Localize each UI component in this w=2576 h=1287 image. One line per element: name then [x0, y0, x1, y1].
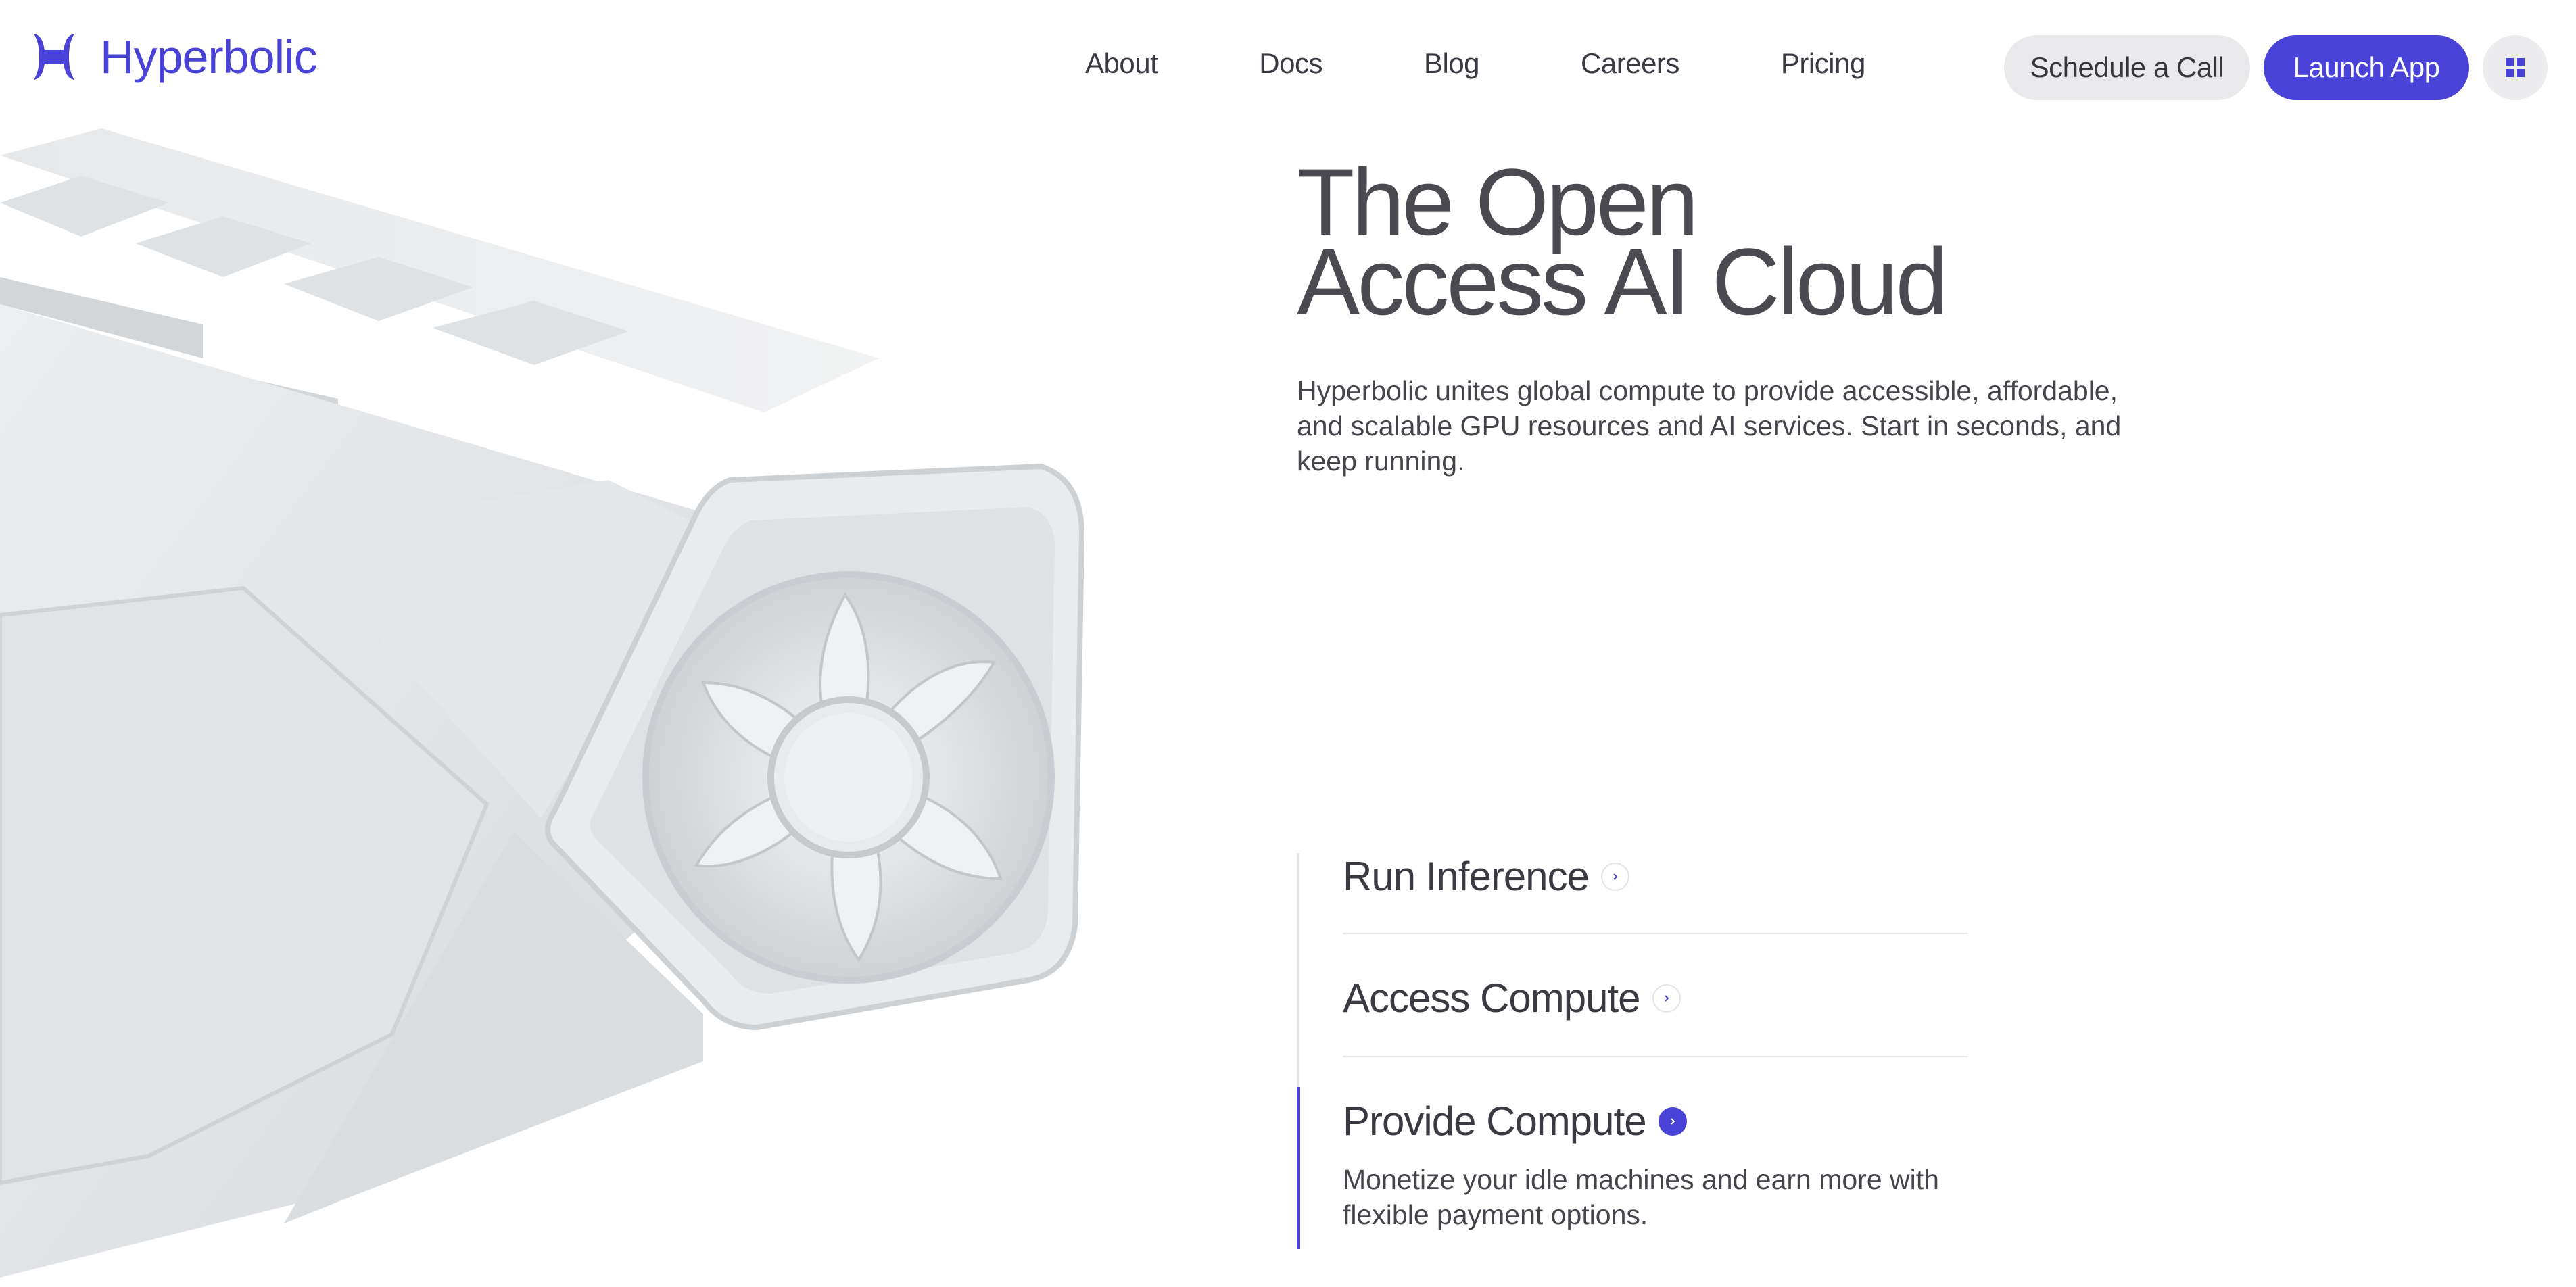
feature-title: Provide Compute	[1343, 1098, 1647, 1144]
apps-menu-button[interactable]	[2483, 35, 2548, 100]
nav-pricing[interactable]: Pricing	[1781, 47, 1865, 80]
feature-access-compute[interactable]: Access Compute	[1343, 975, 1968, 1021]
nav-docs[interactable]: Docs	[1259, 47, 1322, 80]
feature-title: Access Compute	[1343, 975, 1641, 1021]
schedule-call-button[interactable]: Schedule a Call	[2004, 35, 2250, 100]
feature-description: Monetize your idle machines and earn mor…	[1343, 1164, 1939, 1230]
nav-about[interactable]: About	[1085, 47, 1158, 80]
launch-app-button[interactable]: Launch App	[2264, 35, 2469, 100]
feature-run-inference[interactable]: Run Inference	[1343, 853, 1968, 900]
main-nav: About Docs Blog Careers Pricing	[1085, 47, 1865, 80]
nav-blog[interactable]: Blog	[1424, 47, 1480, 80]
hero-title-line-2: Access AI Cloud	[1297, 228, 1948, 335]
hyperbolic-logo-icon	[34, 34, 74, 80]
hero-title: The Open Access AI Cloud	[1297, 155, 1948, 335]
feature-provide-compute[interactable]: Provide Compute Monetize your idle machi…	[1343, 1098, 1968, 1232]
nav-careers[interactable]: Careers	[1581, 47, 1679, 80]
feature-title: Run Inference	[1343, 854, 1590, 899]
gpu-illustration	[0, 128, 1085, 1278]
chevron-right-icon	[1600, 862, 1629, 891]
brand-logo[interactable]: Hyperbolic	[27, 30, 318, 84]
chevron-right-icon	[1652, 984, 1681, 1013]
brand-name: Hyperbolic	[100, 30, 318, 83]
feature-rail-active-indicator	[1297, 1087, 1300, 1249]
grid-icon	[2506, 58, 2525, 77]
feature-divider	[1343, 1056, 1968, 1057]
chevron-right-icon	[1658, 1107, 1687, 1136]
hero-description: Hyperbolic unites global compute to prov…	[1297, 375, 2122, 477]
feature-divider	[1343, 933, 1968, 934]
